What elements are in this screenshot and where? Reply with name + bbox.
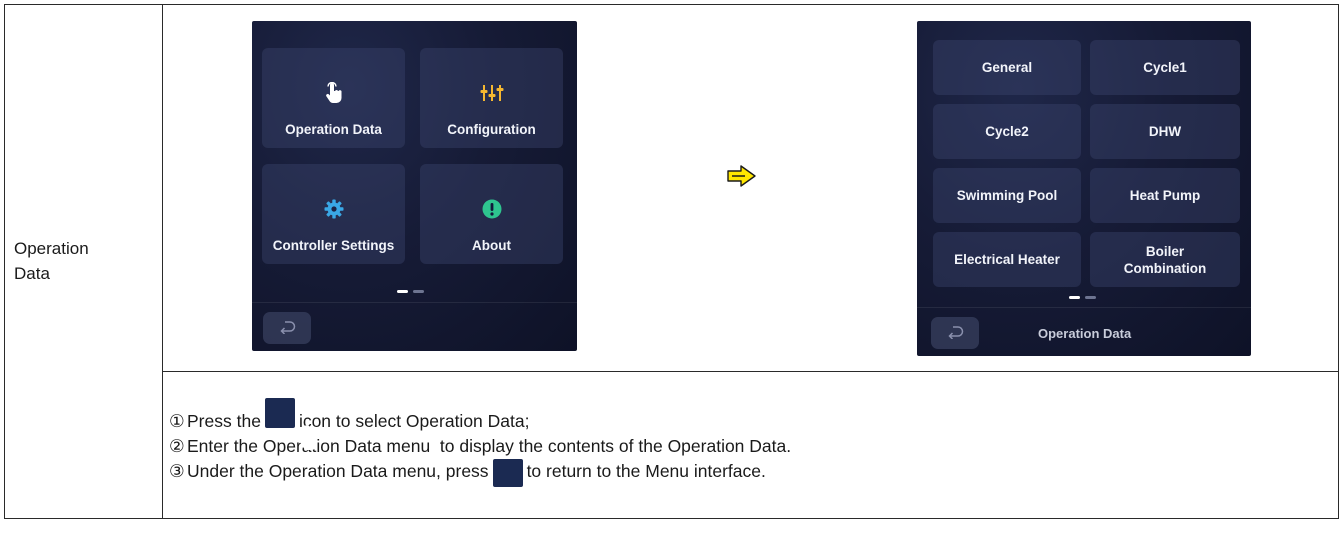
hand-pointer-icon <box>262 82 405 104</box>
hand-pointer-icon <box>264 397 318 450</box>
instruction-line-1: ① Press the icon to select Operation Dat… <box>169 397 791 450</box>
instruction-line-2: ② Enter the Operation Data menu to displ… <box>169 436 792 456</box>
tile-swimming-pool: Swimming Pool <box>933 168 1081 223</box>
bottom-bar-divider <box>917 307 1251 308</box>
tile-configuration: Configuration <box>420 48 563 148</box>
exclamation-icon <box>420 198 563 220</box>
breadcrumb: Operation Data <box>1038 326 1132 341</box>
sliders-icon <box>420 82 563 104</box>
operation-data-screenshot: General Cycle1 Cycle2 DHW Swimming Pool … <box>917 21 1251 356</box>
page-indicator <box>397 290 424 293</box>
tile-cycle2: Cycle2 <box>933 104 1081 159</box>
tile-heat-pump: Heat Pump <box>1090 168 1240 223</box>
page-indicator <box>1069 296 1096 299</box>
return-arrow-icon <box>492 458 548 509</box>
tile-general: General <box>933 40 1081 95</box>
row-label: Operation Data <box>14 239 89 283</box>
menu-screenshot: Operation Data Configuration Controller … <box>252 21 577 351</box>
tile-operation-data: Operation Data <box>262 48 405 148</box>
tile-about: About <box>420 164 563 264</box>
tile-controller-settings: Controller Settings <box>262 164 405 264</box>
row-divider <box>162 371 1338 372</box>
back-button <box>931 317 979 349</box>
tile-dhw: DHW <box>1090 104 1240 159</box>
page-dot <box>1069 296 1080 299</box>
tile-boiler-combination: Boiler Combination <box>1090 232 1240 287</box>
back-button <box>263 312 311 344</box>
page-dot <box>397 290 408 293</box>
gear-icon <box>262 198 405 220</box>
return-arrow-icon <box>946 323 964 344</box>
tile-cycle1: Cycle1 <box>1090 40 1240 95</box>
page-dot <box>413 290 424 293</box>
bottom-bar-divider <box>252 302 577 303</box>
page-dot <box>1085 296 1096 299</box>
return-arrow-icon <box>278 318 296 339</box>
column-divider <box>162 5 163 518</box>
right-arrow-icon <box>727 165 757 192</box>
instruction-line-3: ③ Under the Operation Data menu, press t… <box>169 458 791 509</box>
tile-electrical-heater: Electrical Heater <box>933 232 1081 287</box>
instructions: ① Press the icon to select Operation Dat… <box>169 397 792 509</box>
